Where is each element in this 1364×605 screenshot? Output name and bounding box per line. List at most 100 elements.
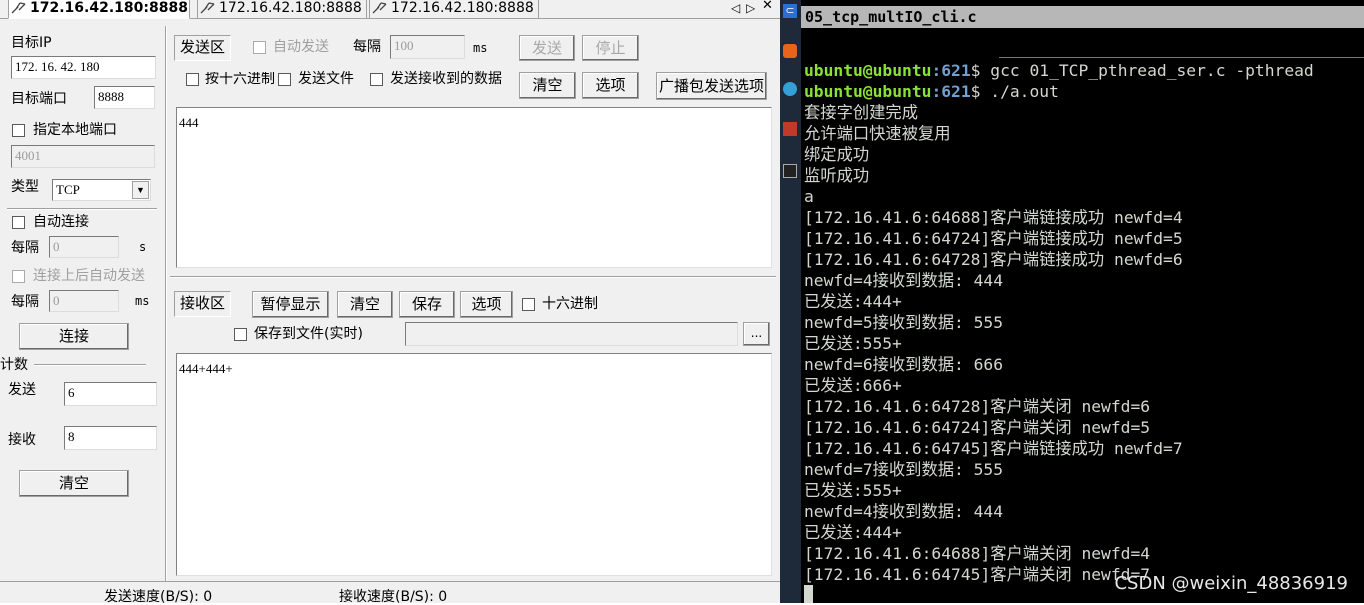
chevron-down-icon[interactable]: ▼ [132, 181, 149, 199]
panel-divider [165, 26, 167, 581]
recv-count-label: 接收 [8, 432, 36, 448]
app-icon[interactable] [783, 122, 797, 136]
type-label: 类型 [11, 179, 39, 195]
terminal-output-line: 已发送:555+ [804, 481, 902, 500]
terminal-output-line: 监听成功 [804, 166, 870, 185]
broadcast-options-button[interactable]: 广播包发送选项 [656, 72, 767, 100]
terminal-prompt-line: ubuntu@ubuntu:621$ gcc 01_TCP_pthread_se… [804, 60, 1314, 81]
browse-button[interactable]: ... [743, 322, 770, 346]
reconnect-interval-unit: s [139, 240, 147, 254]
terminal-app-icon[interactable] [783, 164, 797, 178]
target-ip-label: 目标IP [11, 35, 52, 51]
terminal-output-line: [172.16.41.6:64688]客户端链接成功 newfd=4 [804, 208, 1183, 227]
terminal-output-line: newfd=4接收到数据: 444 [804, 502, 1004, 521]
terminal-output-line: 已发送:444+ [804, 523, 902, 542]
send-speed-text: 发送速度(B/S): 0 [104, 589, 213, 605]
local-port-checkbox[interactable] [12, 124, 25, 137]
recv-area-title: 接收区 [174, 291, 231, 317]
send-count-field: 6 [64, 382, 157, 406]
send-count-label: 发送 [8, 382, 36, 398]
send-options-button[interactable]: 选项 [582, 72, 639, 99]
tab-connection-1[interactable]: 172.16.42.180:8888 [8, 0, 190, 19]
reconnect-interval-input[interactable]: 0 [49, 236, 119, 258]
send-file-checkbox[interactable] [278, 73, 291, 86]
auto-send-label: 自动发送 [273, 39, 329, 55]
terminal-output-line: [172.16.41.6:64724]客户端关闭 newfd=5 [804, 418, 1151, 437]
send-interval-unit: ms [473, 41, 488, 55]
recv-speed-text: 接收速度(B/S): 0 [339, 589, 448, 605]
pause-display-button[interactable]: 暂停显示 [252, 291, 329, 318]
recv-options-button[interactable]: 选项 [460, 291, 513, 318]
terminal-output-line: [172.16.41.6:64728]客户端链接成功 newfd=6 [804, 250, 1183, 269]
terminal-cursor [804, 585, 813, 603]
terminal-output-line: 已发送:666+ [804, 376, 902, 395]
target-port-input[interactable]: 8888 [94, 86, 155, 109]
save-button[interactable]: 保存 [399, 291, 455, 318]
plug-icon [200, 2, 215, 14]
tab-label: 172.16.42.180:8888 [391, 0, 534, 16]
auto-send-interval-input[interactable]: 0 [49, 290, 119, 312]
save-to-file-checkbox[interactable] [234, 328, 247, 341]
connection-tab-bar: 172.16.42.180:8888 172.16.42.180:8888 17… [0, 0, 780, 19]
terminal-rule [999, 57, 1364, 58]
send-file-label: 发送文件 [298, 71, 354, 87]
send-clear-button[interactable]: 清空 [519, 72, 576, 99]
vscode-icon[interactable]: ⊂ [783, 4, 797, 18]
firefox-icon[interactable] [783, 44, 797, 58]
target-ip-input[interactable]: 172. 16. 42. 180 [11, 56, 156, 79]
terminal-title: 05_tcp_multIO_cli.c [801, 6, 1364, 28]
reconnect-interval-label: 每隔 [11, 240, 39, 256]
status-bar: 发送速度(B/S): 0 接收速度(B/S): 0 [0, 581, 780, 605]
auto-send-checkbox[interactable] [253, 41, 266, 54]
area-divider [170, 276, 776, 278]
auto-send-after-connect-checkbox[interactable] [12, 270, 25, 283]
terminal-output-line: a [804, 187, 814, 206]
terminal-output-line: [172.16.41.6:64728]客户端关闭 newfd=6 [804, 397, 1151, 416]
terminal-output-line: newfd=6接收到数据: 666 [804, 355, 1004, 374]
local-port-input[interactable]: 4001 [11, 145, 155, 168]
terminal-output-line: 绑定成功 [804, 145, 870, 164]
tab-connection-2[interactable]: 172.16.42.180:8888 [197, 0, 367, 19]
send-textarea[interactable]: 444 [176, 107, 772, 268]
recv-count-field: 8 [64, 426, 157, 450]
stop-button[interactable]: 停止 [582, 35, 639, 61]
count-label: 计数 [0, 357, 28, 373]
target-port-label: 目标端口 [11, 91, 67, 107]
send-button[interactable]: 发送 [519, 35, 575, 61]
plug-icon [372, 2, 387, 14]
hex-send-label: 按十六进制 [205, 72, 275, 86]
tab-scroll-right-icon[interactable]: ▷ [746, 2, 755, 14]
auto-connect-label: 自动连接 [33, 214, 89, 230]
app-icon[interactable] [783, 82, 797, 96]
terminal-output-line: 已发送:444+ [804, 292, 902, 311]
terminal-output-line: [172.16.41.6:64724]客户端链接成功 newfd=5 [804, 229, 1183, 248]
send-received-label: 发送接收到的数据 [390, 71, 502, 87]
send-interval-label: 每隔 [353, 39, 381, 55]
count-divider [34, 364, 146, 366]
hex-send-checkbox[interactable] [186, 73, 199, 86]
auto-send-interval-unit: ms [135, 294, 150, 308]
recv-clear-button[interactable]: 清空 [337, 291, 393, 318]
terminal-output-line: newfd=7接收到数据: 555 [804, 460, 1004, 479]
send-interval-input[interactable]: 100 [390, 35, 465, 59]
tab-scroll-left-icon[interactable]: ◁ [731, 2, 740, 14]
clear-count-button[interactable]: 清空 [19, 470, 129, 497]
terminal-prompt-line: ubuntu@ubuntu:621$ ./a.out [804, 81, 1059, 102]
save-to-file-label: 保存到文件(实时) [254, 326, 363, 342]
prompt-command: $ gcc 01_TCP_pthread_ser.c -pthread [970, 61, 1314, 80]
terminal-window: 05_tcp_multIO_cli.c ubuntu@ubuntu:621$ g… [801, 0, 1364, 603]
terminal-output-line: 套接字创建完成 [804, 103, 918, 122]
send-received-checkbox[interactable] [370, 73, 383, 86]
divider [7, 208, 157, 210]
close-tab-icon[interactable]: ✕ [762, 0, 773, 12]
tab-connection-3[interactable]: 172.16.42.180:8888 [369, 0, 539, 19]
auto-connect-checkbox[interactable] [12, 216, 25, 229]
tcp-debug-tool-window: 172.16.42.180:8888 172.16.42.180:8888 17… [0, 0, 780, 605]
connect-button[interactable]: 连接 [19, 323, 129, 350]
type-select[interactable]: TCP ▼ [52, 179, 151, 201]
auto-send-interval-label: 每隔 [11, 294, 39, 310]
hex-display-label: 十六进制 [542, 296, 598, 312]
hex-display-checkbox[interactable] [522, 298, 535, 311]
save-file-path-input[interactable] [405, 322, 738, 346]
terminal-output-line: [172.16.41.6:64688]客户端关闭 newfd=4 [804, 544, 1151, 563]
